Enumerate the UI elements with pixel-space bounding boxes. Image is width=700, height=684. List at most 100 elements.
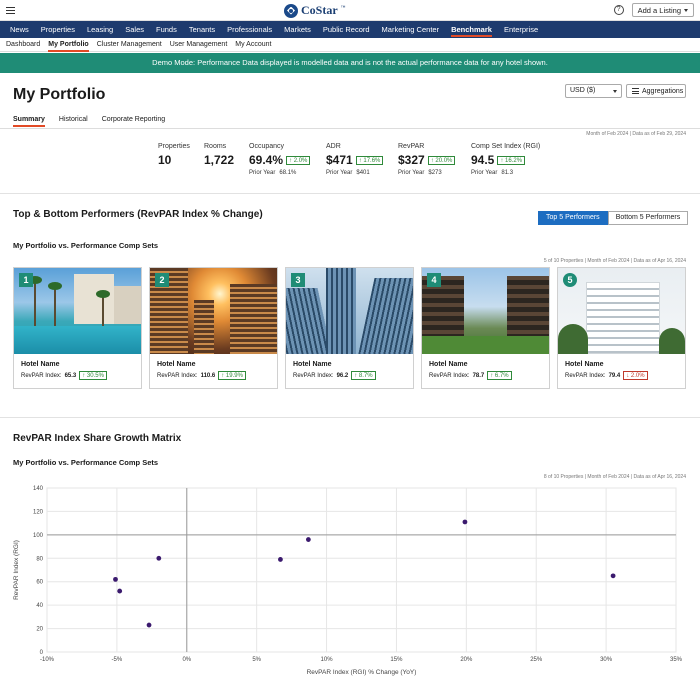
y-tick-label: 0: [40, 650, 44, 656]
hotel-metric: RevPAR Index: 96.2 ↑ 8.7%: [293, 371, 413, 380]
subnav-item-dashboard[interactable]: Dashboard: [2, 38, 44, 52]
top-5-performers-button[interactable]: Top 5 Performers: [538, 211, 608, 225]
scatter-point: [146, 622, 152, 628]
scatter-point: [305, 537, 311, 542]
sliders-icon: [632, 88, 639, 94]
nav-item-public-record[interactable]: Public Record: [317, 21, 376, 38]
y-tick-label: 40: [36, 603, 43, 609]
rank-badge: 1: [19, 273, 33, 287]
kpi-prior-label: Prior Year: [326, 170, 353, 176]
costar-logo-icon: [284, 3, 298, 18]
hotel-name: Hotel Name: [293, 361, 332, 368]
x-tick-label: -5%: [112, 657, 123, 663]
kpi-revpar: RevPAR $327 ↑ 20.0% Prior Year $273: [398, 143, 456, 176]
subnav-item-cluster-management[interactable]: Cluster Management: [93, 38, 166, 52]
nav-item-news[interactable]: News: [4, 21, 35, 38]
hotel-card[interactable]: 3 Hotel Name RevPAR Index: 96.2 ↑ 8.7%: [285, 267, 414, 389]
metric-value: 78.7: [472, 372, 485, 379]
metric-value: 65.3: [64, 372, 77, 379]
nav-item-funds[interactable]: Funds: [150, 21, 183, 38]
main-nav: News Properties Leasing Sales Funds Tenants Pr…: [0, 21, 700, 38]
kpi-value: 69.4%: [249, 153, 284, 167]
photo-detail: [586, 282, 660, 354]
hotel-metric: RevPAR Index: 78.7 ↑ 6.7%: [429, 371, 549, 380]
y-tick-label: 120: [33, 509, 44, 515]
add-listing-button[interactable]: Add a Listing: [631, 3, 694, 17]
y-axis-label: RevPAR Index (RGI): [13, 540, 20, 600]
x-tick-label: 10%: [321, 657, 334, 663]
page-title: My Portfolio: [13, 86, 106, 103]
performers-subtitle: My Portfolio vs. Performance Comp Sets: [13, 241, 159, 250]
photo-detail: [48, 282, 62, 290]
hotel-card[interactable]: 1 Hotel Name RevPAR Index: 65.3 ↑ 30.5%: [13, 267, 142, 389]
x-tick-label: 20%: [460, 657, 473, 663]
kpi-label: Rooms: [204, 143, 227, 150]
tab-historical[interactable]: Historical: [59, 116, 88, 127]
demo-mode-banner: Demo Mode: Performance Data displayed is…: [0, 53, 700, 73]
photo-detail: [14, 326, 141, 354]
x-tick-label: 35%: [670, 657, 683, 663]
nav-item-tenants[interactable]: Tenants: [183, 21, 221, 38]
subnav-item-my-portfolio[interactable]: My Portfolio: [44, 38, 92, 52]
hotel-photo: 2: [150, 268, 277, 354]
scatter-point: [278, 557, 283, 562]
scatter-plot: 0 20 40 60 80 100 120 140 -10% -5% 0% 5% 10% 15% 20% 25…: [13, 486, 683, 676]
nav-item-benchmark[interactable]: Benchmark: [445, 21, 498, 38]
change-badge: ↓ 2.0%: [623, 371, 648, 380]
nav-item-leasing[interactable]: Leasing: [81, 21, 119, 38]
chevron-down-icon: [684, 8, 688, 12]
tab-corporate-reporting[interactable]: Corporate Reporting: [102, 116, 165, 127]
hotel-photo: 3: [286, 268, 413, 354]
photo-detail: [74, 274, 114, 324]
hotel-photo: 5: [558, 268, 685, 354]
kpi-label: Comp Set Index (RGI): [471, 143, 541, 150]
brand-name: CoStar: [301, 3, 338, 17]
kpi-value: 1,722: [204, 153, 235, 167]
rank-badge: 2: [155, 273, 169, 287]
add-listing-label: Add a Listing: [637, 5, 681, 15]
metric-label: RevPAR Index:: [293, 372, 334, 379]
y-tick-label: 140: [33, 486, 44, 492]
change-badge: ↑ 19.9%: [218, 371, 246, 380]
hotel-card[interactable]: 2 Hotel Name RevPAR Index: 110.6 ↑ 19.9%: [149, 267, 278, 389]
hotel-card[interactable]: 4 Hotel Name RevPAR Index: 78.7 ↑ 6.7%: [421, 267, 550, 389]
x-tick-label: 15%: [390, 657, 403, 663]
nav-item-markets[interactable]: Markets: [278, 21, 317, 38]
top-bar: CoStar ™ ? Add a Listing: [0, 0, 700, 21]
photo-detail: [659, 328, 685, 354]
kpi-change-badge: ↑ 20.0%: [427, 155, 456, 165]
nav-item-professionals[interactable]: Professionals: [221, 21, 278, 38]
hotel-name: Hotel Name: [565, 361, 604, 368]
hamburger-menu-icon[interactable]: [6, 6, 15, 14]
kpi-change-badge: ↑ 16.2%: [497, 155, 526, 165]
rank-badge: 3: [291, 273, 305, 287]
y-tick-label: 20: [36, 627, 43, 633]
y-tick-label: 100: [33, 533, 44, 539]
bottom-5-performers-button[interactable]: Bottom 5 Performers: [607, 211, 689, 225]
nav-item-properties[interactable]: Properties: [35, 21, 81, 38]
currency-select[interactable]: USD ($): [565, 84, 622, 98]
kpi-value: 10: [158, 153, 172, 167]
nav-item-marketing-center[interactable]: Marketing Center: [376, 21, 446, 38]
hotel-metric: RevPAR Index: 110.6 ↑ 19.9%: [157, 371, 277, 380]
nav-item-enterprise[interactable]: Enterprise: [498, 21, 544, 38]
photo-detail: [96, 290, 110, 298]
metric-value: 79.4: [608, 372, 621, 379]
costar-logo[interactable]: CoStar ™: [284, 3, 346, 18]
tabs-divider: [0, 128, 700, 129]
tab-summary[interactable]: Summary: [13, 116, 45, 127]
help-icon[interactable]: ?: [613, 5, 624, 15]
kpi-rooms: Rooms 1,722: [204, 143, 234, 167]
photo-detail: [114, 286, 141, 324]
metric-label: RevPAR Index:: [565, 372, 606, 379]
nav-item-sales[interactable]: Sales: [119, 21, 150, 38]
x-tick-label: 30%: [600, 657, 613, 663]
subnav-item-user-management[interactable]: User Management: [166, 38, 232, 52]
change-badge: ↑ 8.7%: [351, 371, 376, 380]
photo-detail: [507, 276, 549, 336]
hotel-card[interactable]: 5 Hotel Name RevPAR Index: 79.4 ↓ 2.0%: [557, 267, 686, 389]
subnav-item-my-account[interactable]: My Account: [231, 38, 275, 52]
x-tick-label: -10%: [40, 657, 55, 663]
kpi-prior-value: 81.3: [501, 170, 514, 176]
aggregations-button[interactable]: Aggregations: [626, 84, 686, 98]
